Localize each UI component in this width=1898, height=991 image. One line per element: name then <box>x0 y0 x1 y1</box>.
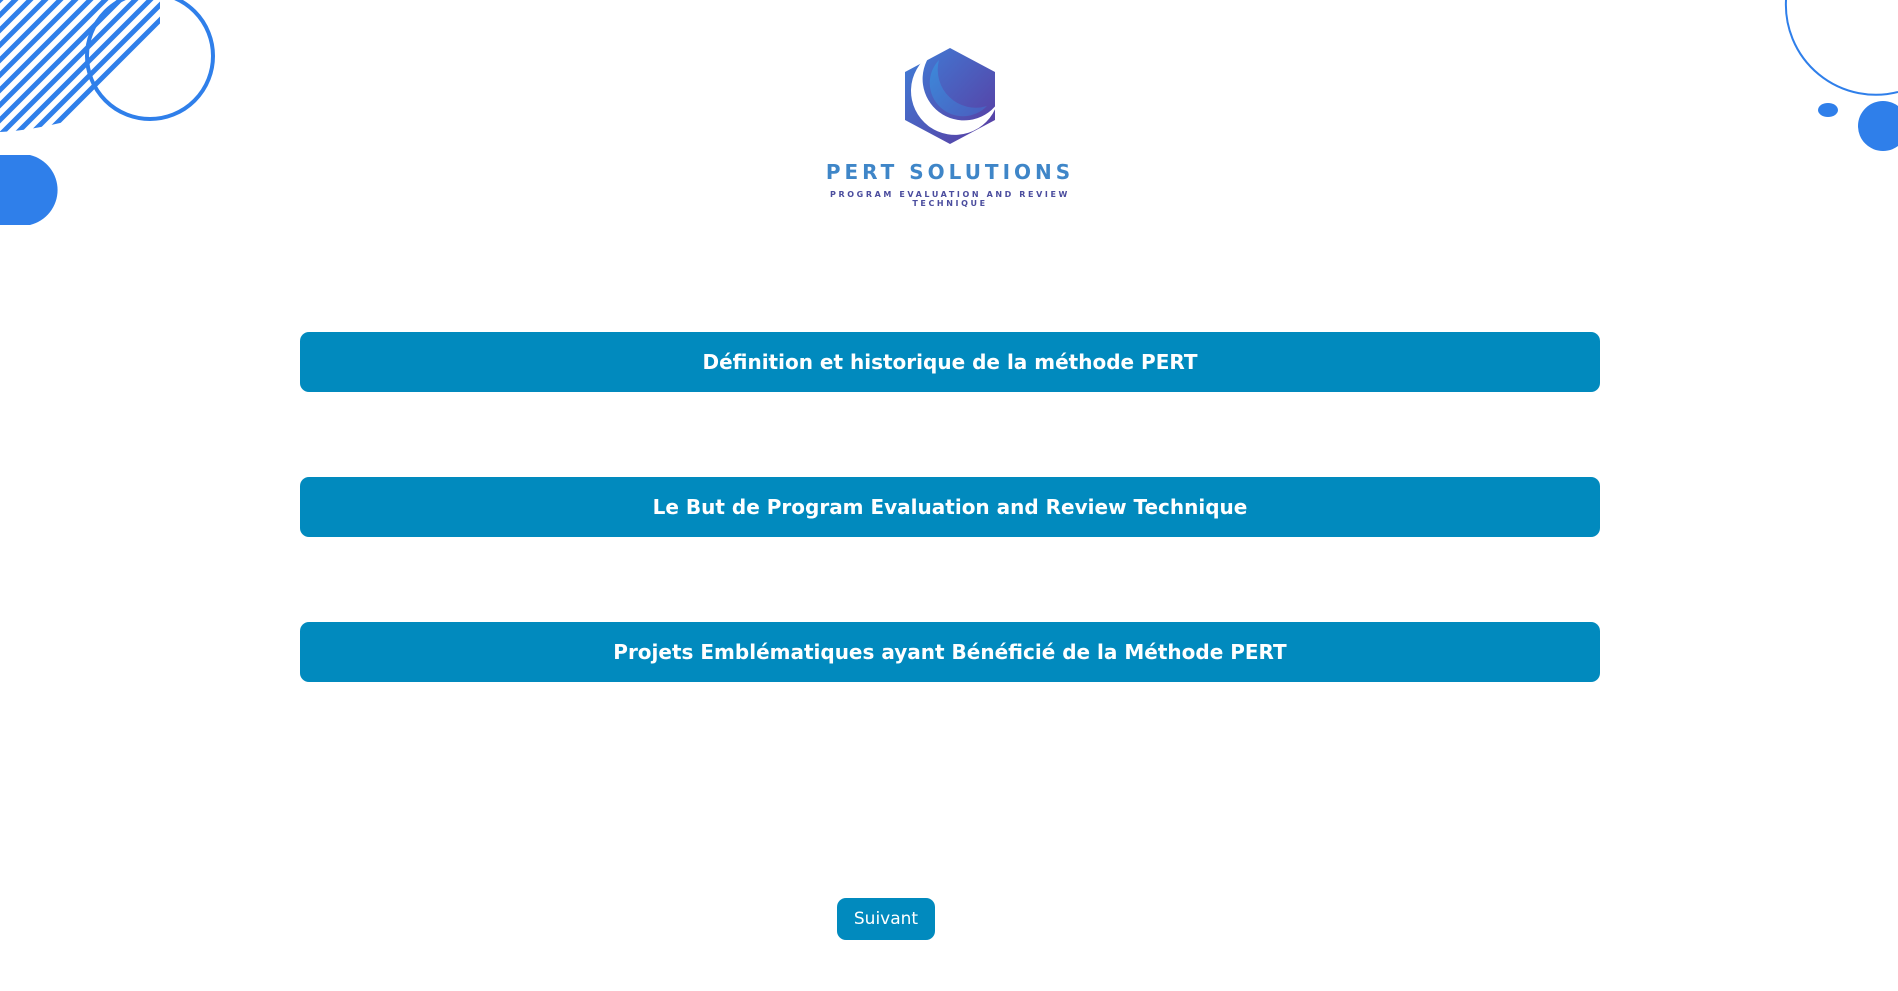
logo-subtitle: PROGRAM EVALUATION AND REVIEW TECHNIQUE <box>830 190 1070 208</box>
page: PERT SOLUTIONS PROGRAM EVALUATION AND RE… <box>0 0 1898 991</box>
topic-button-label: Projets Emblématiques ayant Bénéficié de… <box>613 640 1287 664</box>
next-button[interactable]: Suivant <box>837 898 935 940</box>
topic-button-label: Définition et historique de la méthode P… <box>702 350 1198 374</box>
topic-button-but[interactable]: Le But de Program Evaluation and Review … <box>300 477 1600 537</box>
next-button-label: Suivant <box>853 909 919 929</box>
decorative-shapes-top-right <box>1784 0 1898 151</box>
hexagon-logo-icon <box>905 48 997 144</box>
topic-button-definition[interactable]: Définition et historique de la méthode P… <box>300 332 1600 392</box>
topic-button-projets[interactable]: Projets Emblématiques ayant Bénéficié de… <box>300 622 1600 682</box>
topic-button-label: Le But de Program Evaluation and Review … <box>652 495 1248 519</box>
logo-title: PERT SOLUTIONS <box>825 160 1075 184</box>
decorative-shapes-top-left <box>0 0 215 225</box>
pert-solutions-logo: PERT SOLUTIONS PROGRAM EVALUATION AND RE… <box>790 40 1110 208</box>
